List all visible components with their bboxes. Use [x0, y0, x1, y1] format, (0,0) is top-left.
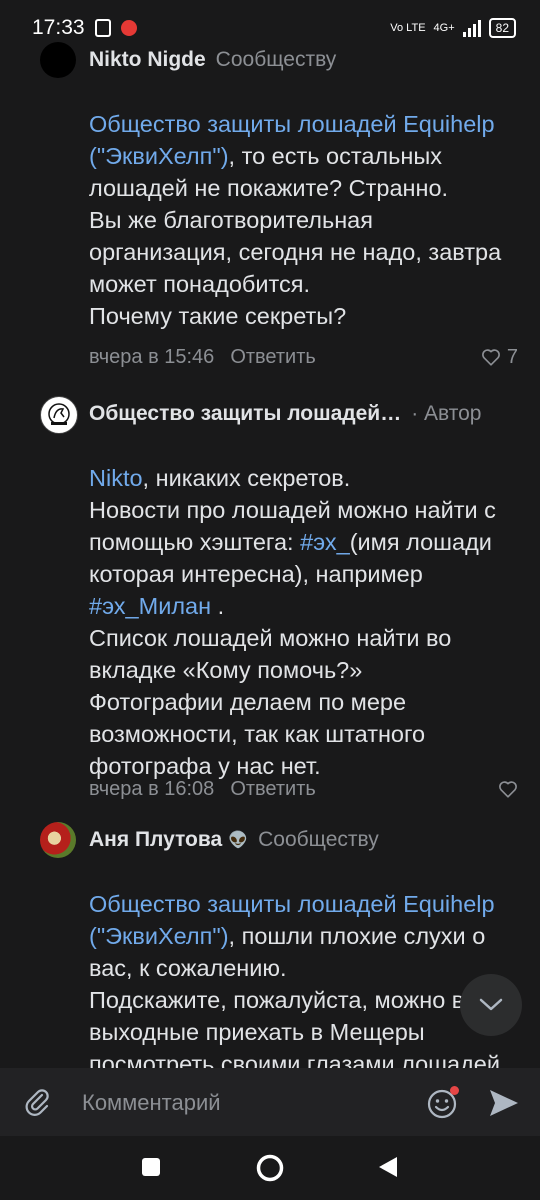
comment-header: Аня Плутова 👽 Сообществу	[89, 822, 520, 858]
comment-text-part: , то есть остальных лошадей не покажите?…	[89, 143, 502, 329]
hashtag-link[interactable]: #эх_Милан	[89, 593, 211, 619]
author-name[interactable]: Аня Плутова	[89, 828, 222, 852]
comment-header: Nikto Nigde Сообществу	[89, 42, 520, 78]
avatar[interactable]	[40, 822, 76, 858]
heart-icon	[481, 349, 500, 366]
nav-back-icon[interactable]	[377, 1155, 399, 1179]
comment-time: вчера в 15:46	[89, 345, 215, 368]
hashtag-link[interactable]: #эх_	[300, 529, 350, 555]
comment-meta: вчера в 15:46 Ответить 7	[89, 342, 518, 372]
author-role: Сообществу	[258, 828, 379, 851]
comment-header: Общество защиты лошадей… · Автор	[89, 396, 520, 432]
mention-link[interactable]: Nikto	[89, 465, 143, 491]
heart-icon	[499, 781, 517, 798]
scroll-down-button[interactable]	[460, 974, 522, 1036]
emoji-notification-dot	[450, 1086, 459, 1095]
comment-text: Nikto, никаких секретов. Новости про лош…	[89, 430, 519, 782]
system-navigation-bar	[0, 1136, 540, 1200]
volte-indicator: Vo LTE	[390, 22, 426, 34]
author-role: · Автор	[411, 402, 482, 425]
comment-time: вчера в 16:08	[89, 777, 215, 800]
battery-indicator: 82	[488, 18, 516, 38]
chevron-down-icon	[479, 998, 503, 1011]
nfc-icon	[94, 19, 111, 37]
notification-icon	[120, 20, 137, 36]
author-name[interactable]: Nikto Nigde	[89, 48, 206, 72]
reply-button[interactable]: Ответить	[230, 346, 316, 369]
comment-composer	[0, 1068, 540, 1136]
avatar[interactable]	[40, 396, 78, 434]
nav-home-icon[interactable]	[255, 1153, 285, 1183]
network-indicator: 4G+	[433, 22, 455, 34]
status-time: 17:33	[32, 16, 85, 39]
author-name[interactable]: Общество защиты лошадей…	[89, 402, 401, 426]
nav-recents-icon[interactable]	[141, 1157, 161, 1177]
comment-text-part: . Список лошадей можно найти во вкладке …	[89, 593, 452, 779]
emoji-button[interactable]	[426, 1086, 460, 1120]
author-role: Сообществу	[215, 48, 337, 71]
comment-meta: вчера в 16:08 Ответить	[89, 774, 518, 804]
attach-icon[interactable]	[22, 1086, 54, 1118]
signal-icon	[462, 19, 481, 37]
like-count: 7	[506, 345, 518, 368]
like-button[interactable]: 7	[481, 346, 518, 369]
reply-button[interactable]: Ответить	[230, 778, 316, 801]
equihelp-logo-icon	[48, 403, 70, 425]
alien-emoji-icon: 👽	[228, 832, 249, 849]
comment-input[interactable]	[80, 1086, 404, 1120]
avatar[interactable]	[40, 42, 76, 78]
comment-text: Общество защиты лошадей Equihelp ("ЭквиХ…	[89, 76, 519, 332]
like-button[interactable]	[498, 780, 518, 798]
comment-text: Общество защиты лошадей Equihelp ("ЭквиХ…	[89, 856, 519, 1068]
comment-list[interactable]: Nikto Nigde Сообществу Общество защиты л…	[0, 40, 540, 1068]
send-icon[interactable]	[488, 1088, 520, 1118]
